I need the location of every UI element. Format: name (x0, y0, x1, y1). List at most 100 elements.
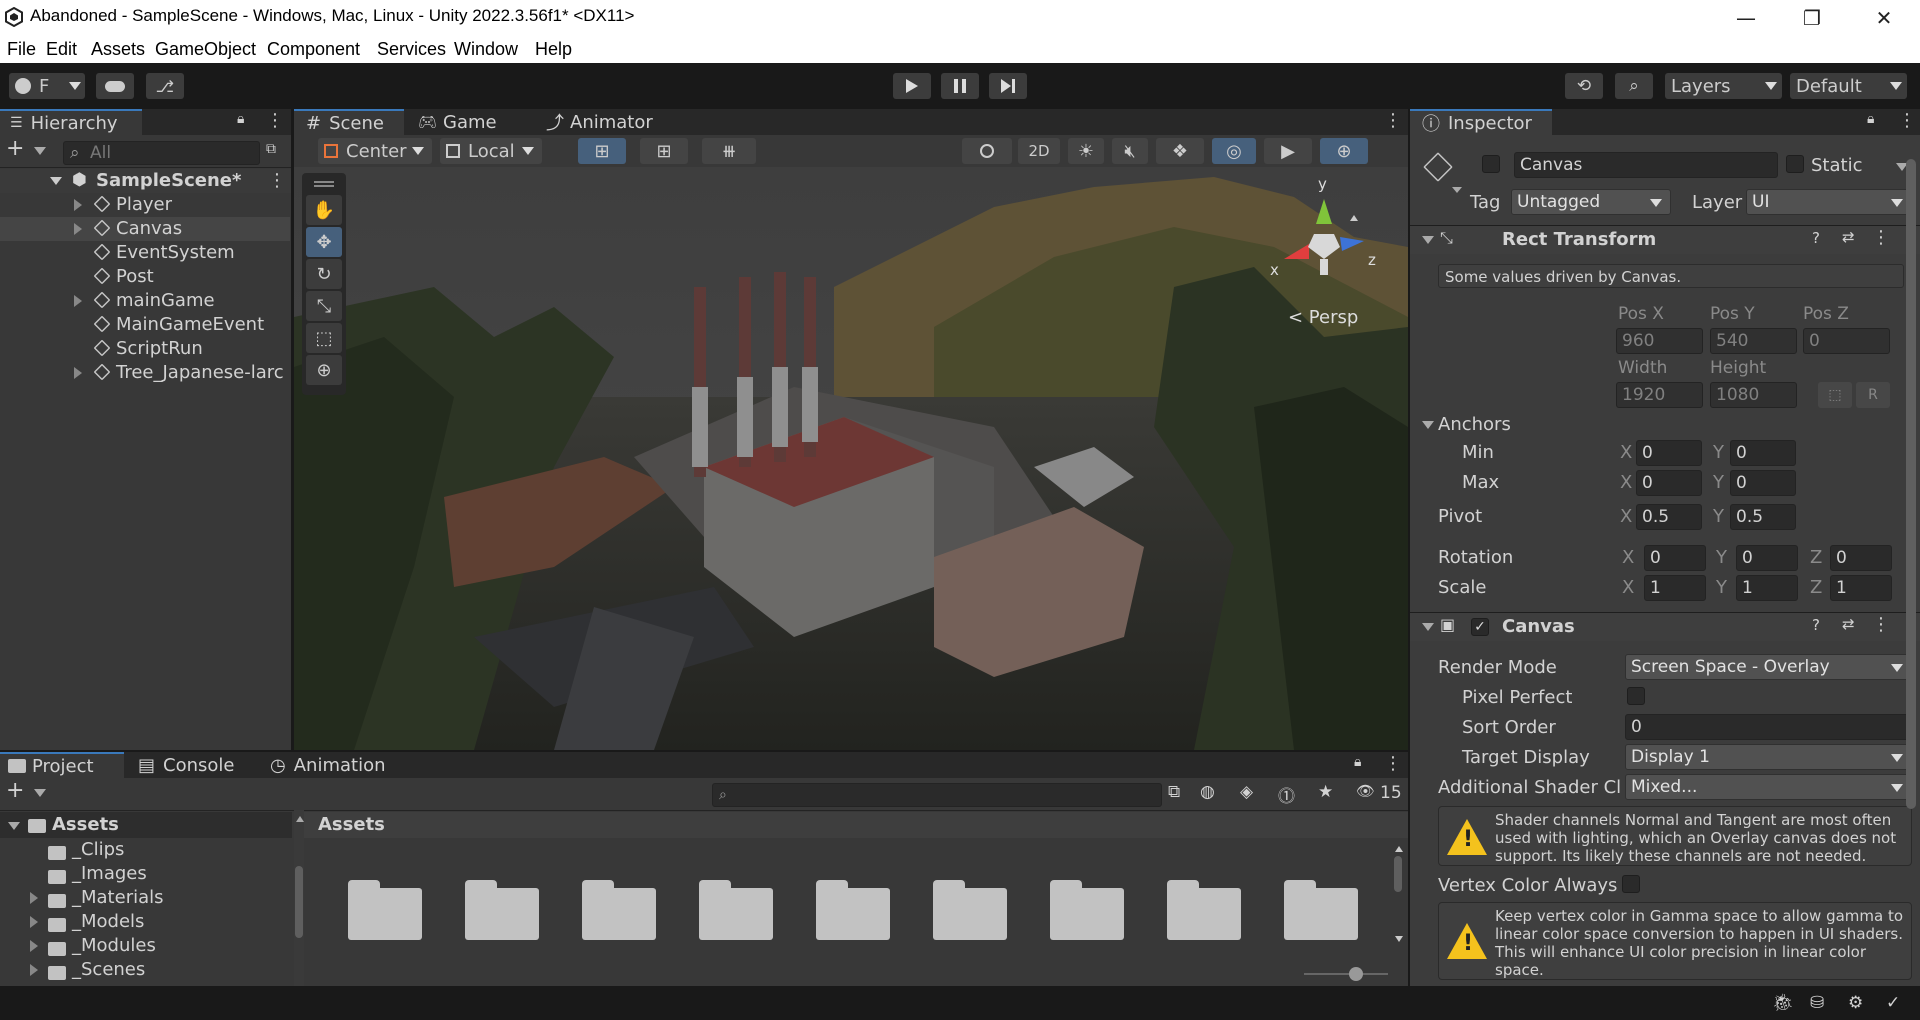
move-tool[interactable]: ✥ (306, 227, 342, 257)
rotation-z[interactable]: 0 (1830, 545, 1892, 571)
target-display-dropdown[interactable]: Display 1 (1625, 744, 1912, 770)
render-mode-dropdown[interactable]: Screen Space - Overlay (1625, 654, 1912, 680)
camera-dropdown[interactable]: ▶ (1264, 138, 1312, 164)
orientation-gizmo[interactable]: y x z (1254, 175, 1384, 299)
anchor-min-x[interactable]: 0 (1636, 440, 1702, 466)
play-button[interactable] (893, 73, 931, 99)
raw-edit-button[interactable]: R (1856, 382, 1890, 408)
tab-animator[interactable]: ⤴ Animator (538, 109, 653, 135)
2d-toggle[interactable]: 2D (1018, 138, 1060, 164)
layer-dropdown[interactable]: UI (1746, 189, 1912, 215)
active-checkbox[interactable] (1482, 155, 1500, 173)
asset-folder-icon[interactable] (699, 880, 773, 940)
menu-services[interactable]: Services (377, 39, 446, 60)
canvas-component-header[interactable]: ▣ ✓ Canvas ? ⇄ ⋮ (1410, 613, 1920, 641)
audio-toggle[interactable]: 🔇︎ (1112, 138, 1148, 164)
close-button[interactable]: ✕ (1856, 0, 1912, 35)
anchors-label[interactable]: Anchors (1438, 414, 1511, 435)
transform-tool[interactable]: ⊕ (306, 355, 342, 385)
step-button[interactable] (989, 73, 1027, 99)
history-button[interactable]: ⟲ (1565, 73, 1603, 99)
anchor-max-x[interactable]: 0 (1636, 470, 1702, 496)
component-more-icon[interactable]: ⋮ (1872, 227, 1890, 248)
expand-arrow-icon[interactable] (74, 367, 82, 379)
menu-gameobject[interactable]: GameObject (155, 39, 256, 60)
debug-mode-icon[interactable]: 🐞︎ (1772, 993, 1794, 1013)
expand-arrow-icon[interactable] (74, 295, 82, 307)
inspector-scrollbar[interactable] (1906, 159, 1916, 809)
tab-inspector[interactable]: ⓘ Inspector (1410, 109, 1552, 135)
anchor-max-y[interactable]: 0 (1730, 470, 1796, 496)
auto-generate-lighting-icon[interactable]: ⚙ (1848, 993, 1863, 1013)
scale-tool[interactable]: ⤡ (306, 291, 342, 321)
scale-z[interactable]: 1 (1830, 575, 1892, 601)
hierarchy-item[interactable]: EventSystem (0, 241, 290, 265)
gameobject-icon[interactable] (1420, 149, 1456, 185)
pos-y-field[interactable]: 540 (1710, 328, 1797, 354)
anchor-min-y[interactable]: 0 (1730, 440, 1796, 466)
menu-component[interactable]: Component (267, 39, 360, 60)
hierarchy-item[interactable]: Canvas (0, 217, 290, 241)
hierarchy-item[interactable]: Post (0, 265, 290, 289)
vertex-color-checkbox[interactable] (1622, 875, 1640, 893)
search-button[interactable]: ⌕ (1615, 73, 1653, 99)
rotation-y[interactable]: 0 (1736, 545, 1798, 571)
preset-icon[interactable]: ⇄ (1842, 228, 1855, 246)
menu-file[interactable]: File (7, 39, 36, 60)
height-field[interactable]: 1080 (1710, 382, 1797, 408)
more-menu-icon[interactable]: ⋮ (1898, 110, 1916, 131)
hierarchy-item[interactable]: Tree_Japanese-larc (0, 361, 290, 385)
layout-dropdown[interactable]: Default (1790, 73, 1907, 99)
gizmos-dropdown[interactable]: ⊕ (1320, 138, 1368, 164)
hierarchy-item[interactable]: MainGameEvent (0, 313, 290, 337)
pivot-y[interactable]: 0.5 (1730, 504, 1796, 530)
pos-z-field[interactable]: 0 (1803, 328, 1890, 354)
asset-folder-icon[interactable] (1050, 880, 1124, 940)
cache-server-icon[interactable]: ⛁ (1810, 993, 1824, 1013)
canvas-enabled-checkbox[interactable]: ✓ (1471, 618, 1489, 636)
icon-size-slider[interactable] (1304, 973, 1388, 975)
scene-viewport[interactable]: ✋ ✥ ↻ ⤡ ⬚ ⊕ y x z < Persp (294, 167, 1408, 750)
pivot-x[interactable]: 0.5 (1636, 504, 1702, 530)
grid-scrollbar[interactable] (1392, 844, 1406, 956)
scale-y[interactable]: 1 (1736, 575, 1798, 601)
rotation-x[interactable]: 0 (1644, 545, 1706, 571)
component-more-icon[interactable]: ⋮ (1872, 614, 1890, 635)
lock-icon[interactable]: 🔒︎ (1867, 111, 1874, 127)
shader-channels-dropdown[interactable]: Mixed... (1625, 774, 1912, 800)
help-icon[interactable]: ? (1812, 616, 1820, 634)
visibility-toggle[interactable]: ◎ (1212, 138, 1256, 164)
draw-mode-dropdown[interactable] (962, 138, 1012, 164)
expand-arrow-icon[interactable] (74, 199, 82, 211)
increment-snap-toggle[interactable]: ⊞ (640, 138, 688, 164)
layers-dropdown[interactable]: Layers (1665, 73, 1782, 99)
asset-folder-icon[interactable] (816, 880, 890, 940)
help-icon[interactable]: ? (1812, 229, 1820, 247)
more-menu-icon[interactable]: ⋮ (1384, 110, 1402, 131)
menu-assets[interactable]: Assets (91, 39, 145, 60)
hierarchy-item[interactable]: Player (0, 193, 290, 217)
progress-check-icon[interactable]: ✓ (1886, 993, 1900, 1013)
asset-folder-icon[interactable] (1167, 880, 1241, 940)
ruler-toggle[interactable]: ⧻ (702, 138, 756, 164)
menu-window[interactable]: Window (454, 39, 518, 60)
pivot-dropdown[interactable]: Center (318, 138, 432, 164)
asset-folder-icon[interactable] (348, 880, 422, 940)
pos-x-field[interactable]: 960 (1616, 328, 1703, 354)
sort-order-field[interactable]: 0 (1625, 714, 1912, 740)
rotate-tool[interactable]: ↻ (306, 259, 342, 289)
grid-snap-toggle[interactable]: ⊞ (578, 138, 626, 164)
blueprint-button[interactable]: ⬚ (1818, 382, 1852, 408)
version-control-button[interactable]: ⎇ (146, 73, 184, 99)
tab-game[interactable]: 🎮︎ Game (410, 109, 497, 135)
asset-folder-icon[interactable] (933, 880, 1007, 940)
pause-button[interactable] (941, 73, 979, 99)
menu-help[interactable]: Help (535, 39, 572, 60)
tag-dropdown[interactable]: Untagged (1511, 189, 1671, 215)
hierarchy-item[interactable]: ScriptRun (0, 337, 290, 361)
rect-tool[interactable]: ⬚ (306, 323, 342, 353)
projection-label[interactable]: < Persp (1288, 307, 1358, 328)
menu-edit[interactable]: Edit (46, 39, 77, 60)
asset-folder-icon[interactable] (1284, 880, 1358, 940)
effects-dropdown[interactable]: ❖ (1156, 138, 1204, 164)
